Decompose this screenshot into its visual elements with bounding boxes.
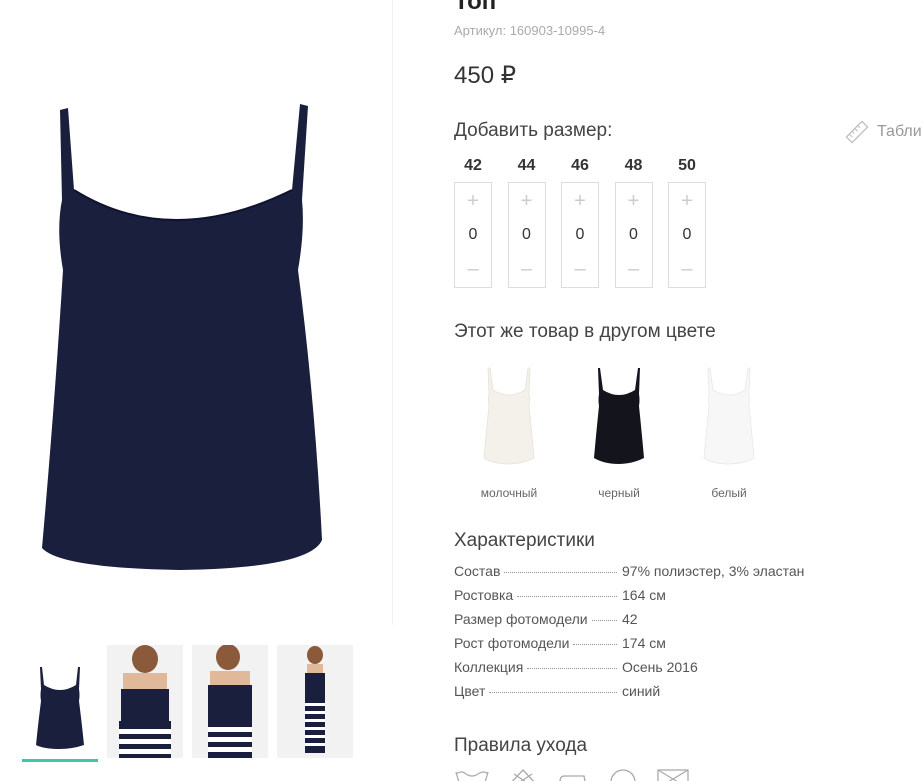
characteristic-key: Рост фотомодели [454, 635, 570, 651]
size-column: 48 + 0 – [614, 156, 653, 288]
size-column: 42 + 0 – [454, 156, 492, 288]
quantity-value[interactable]: 0 [469, 226, 478, 244]
size-label: 50 [678, 157, 696, 174]
color-swatch[interactable]: черный [564, 360, 674, 500]
decrement-button[interactable]: – [521, 255, 532, 283]
quantity-value[interactable]: 0 [629, 226, 638, 244]
color-swatch[interactable]: белый [674, 360, 784, 500]
characteristic-key: Размер фотомодели [454, 611, 588, 627]
wash-icon [455, 771, 489, 781]
color-swatches: молочный черный белый [454, 360, 784, 500]
characteristic-row: Коллекция Осень 2016 [454, 659, 824, 683]
characteristic-value: 174 см [622, 635, 666, 651]
swatch-label: черный [598, 486, 640, 500]
care-icons [454, 768, 690, 781]
main-product-image[interactable] [0, 0, 393, 625]
swatch-image [594, 368, 644, 464]
size-steppers: 42 + 0 – 44 + 0 – 46 + 0 – 48 + 0 – 50 +… [454, 156, 722, 288]
swatch-image [703, 367, 755, 465]
increment-button[interactable]: + [521, 187, 533, 215]
size-label: 48 [624, 157, 643, 174]
characteristic-key: Состав [454, 563, 501, 579]
decrement-button[interactable]: – [628, 255, 639, 283]
quantity-stepper: + 0 – [668, 182, 706, 288]
quantity-stepper: + 0 – [561, 182, 599, 288]
characteristic-key: Коллекция [454, 659, 524, 675]
characteristic-value: Осень 2016 [622, 659, 698, 675]
bleach-icon [511, 769, 535, 781]
size-column: 46 + 0 – [561, 156, 599, 288]
characteristic-value: синий [622, 683, 661, 699]
increment-button[interactable]: + [628, 187, 640, 215]
characteristics-table: Состав 97% полиэстер, 3% эластан Ростовк… [454, 563, 824, 707]
swatch-label: молочный [480, 486, 538, 500]
characteristic-row: Ростовка 164 см [454, 587, 824, 611]
product-sku: Артикул: 160903-10995-4 [454, 23, 606, 38]
iron-icon [559, 775, 586, 781]
characteristic-value: 97% полиэстер, 3% эластан [622, 563, 805, 579]
decrement-button[interactable]: – [467, 255, 478, 283]
swatch-label: белый [711, 486, 747, 500]
thumbnail-1[interactable] [22, 645, 98, 762]
characteristics-heading: Характеристики [454, 530, 595, 551]
camisole-image [42, 104, 322, 570]
characteristic-value: 42 [622, 611, 638, 627]
thumbnail-3[interactable] [192, 645, 268, 758]
size-table-link[interactable]: Табли [845, 120, 922, 144]
add-size-heading: Добавить размер: [454, 120, 613, 141]
product-title: Топ [454, 0, 497, 15]
characteristic-value: 164 см [622, 587, 666, 603]
care-heading: Правила ухода [454, 735, 588, 756]
other-colors-heading: Этот же товар в другом цвете [454, 321, 716, 342]
characteristic-row: Размер фотомодели 42 [454, 611, 824, 635]
swatch-image [483, 367, 535, 465]
size-table-label: Табли [877, 123, 922, 140]
quantity-stepper: + 0 – [614, 182, 653, 288]
quantity-value[interactable]: 0 [522, 226, 531, 244]
quantity-stepper: + 0 – [507, 182, 546, 288]
thumbnail-strip [22, 645, 362, 762]
increment-button[interactable]: + [574, 187, 586, 215]
thumbnail-4[interactable] [277, 645, 353, 758]
decrement-button[interactable]: – [681, 255, 692, 283]
size-column: 50 + 0 – [668, 156, 706, 288]
characteristic-row: Состав 97% полиэстер, 3% эластан [454, 563, 824, 587]
increment-button[interactable]: + [681, 187, 693, 215]
characteristic-row: Цвет синий [454, 683, 824, 707]
size-column: 44 + 0 – [507, 156, 546, 288]
quantity-stepper: + 0 – [454, 182, 492, 288]
thumbnail-2[interactable] [107, 645, 183, 758]
characteristic-key: Цвет [454, 683, 486, 699]
characteristic-row: Рост фотомодели 174 см [454, 635, 824, 659]
increment-button[interactable]: + [467, 187, 479, 215]
ruler-icon [845, 120, 869, 144]
characteristic-key: Ростовка [454, 587, 514, 603]
quantity-value[interactable]: 0 [576, 226, 585, 244]
quantity-value[interactable]: 0 [683, 226, 692, 244]
tumble-dry-icon [657, 769, 689, 781]
decrement-button[interactable]: – [574, 255, 585, 283]
size-label: 44 [517, 157, 536, 174]
size-label: 42 [464, 157, 482, 174]
size-label: 46 [571, 157, 589, 174]
dryclean-icon [610, 769, 636, 781]
color-swatch[interactable]: молочный [454, 360, 564, 500]
product-price: 450 ₽ [454, 62, 516, 89]
